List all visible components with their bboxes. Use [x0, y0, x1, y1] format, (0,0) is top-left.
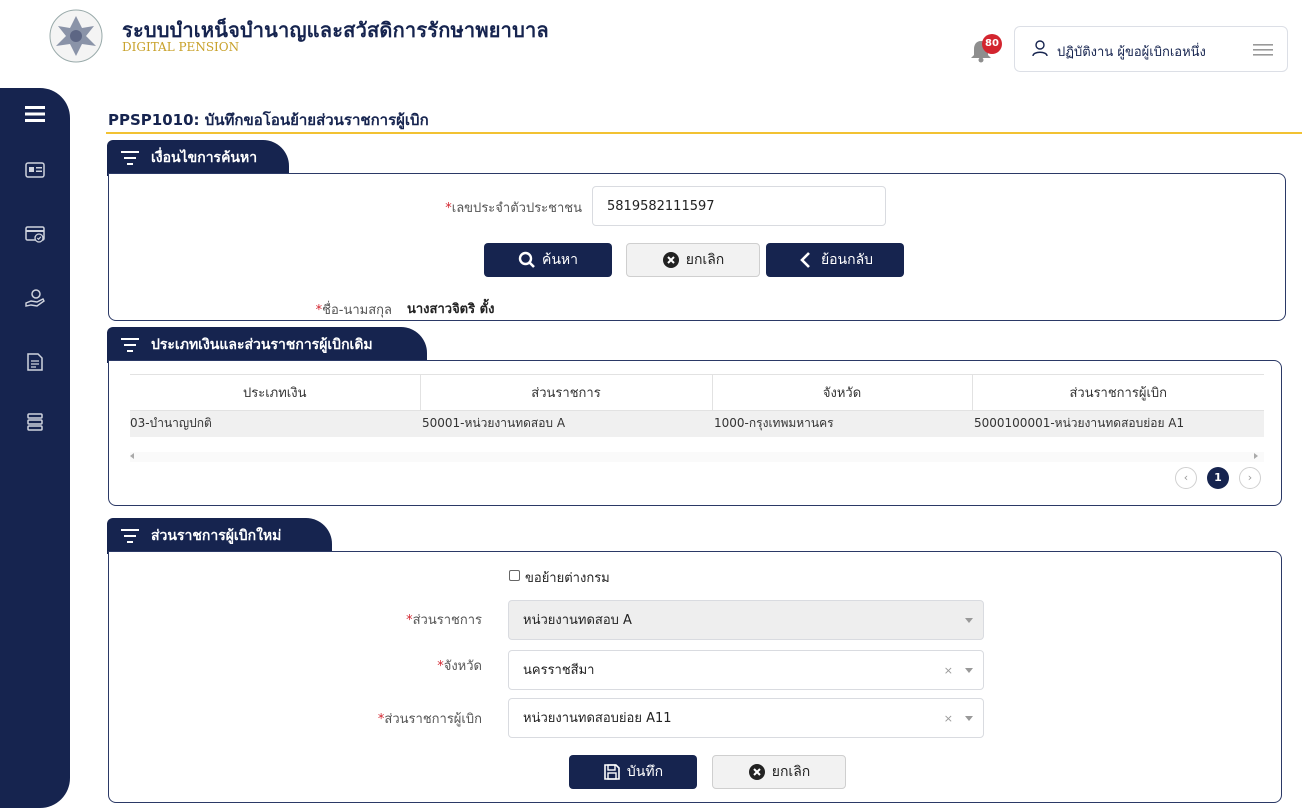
pension-doc-icon[interactable]	[23, 350, 47, 374]
disbursing-agency-select[interactable]: หน่วยงานทดสอบย่อย A11 ×	[508, 698, 984, 738]
menu-toggle-icon[interactable]	[23, 102, 47, 126]
column-header[interactable]: ส่วนราชการ	[420, 374, 713, 411]
payment-check-icon[interactable]	[23, 222, 47, 246]
table-cell: 03-บำนาญปกติ	[130, 410, 420, 437]
transfer-department-checkbox[interactable]	[509, 570, 520, 581]
tab-search-criteria-label: เงื่อนไขการค้นหา	[151, 150, 258, 166]
fullname-value: นางสาวจิตริ ตั้ง	[407, 302, 495, 317]
province-select[interactable]: นครราชสีมา ×	[508, 650, 984, 690]
agency-select[interactable]: หน่วยงานทดสอบ A	[508, 600, 984, 640]
chevron-down-icon	[965, 618, 973, 623]
cancel-search-button[interactable]: ยกเลิก	[626, 243, 760, 277]
transfer-department-label: ขอย้ายต่างกรม	[525, 571, 610, 586]
tab-new-agency-label: ส่วนราชการผู้เบิกใหม่	[151, 528, 282, 544]
province-select-value: นครราชสีมา	[523, 663, 595, 678]
top-header: ระบบบำเหน็จบำนาญและสวัสดิการรักษาพยาบาล …	[0, 0, 1302, 84]
scroll-left-icon[interactable]	[130, 453, 134, 459]
province-label: *จังหวัด	[437, 659, 482, 674]
filter-icon	[121, 338, 139, 352]
tab-old-agency: ประเภทเงินและส่วนราชการผู้เบิกเดิม	[107, 327, 427, 363]
search-icon	[518, 251, 535, 268]
tab-old-agency-label: ประเภทเงินและส่วนราชการผู้เบิกเดิม	[151, 337, 373, 353]
close-circle-icon	[662, 252, 679, 268]
table-cell: 1000-กรุงเทพมหานคร	[712, 410, 972, 437]
garuda-logo-icon	[49, 9, 103, 63]
cancel-button[interactable]: ยกเลิก	[712, 755, 846, 789]
back-button[interactable]: ย้อนกลับ	[766, 243, 904, 277]
chevron-down-icon	[965, 716, 973, 721]
save-icon	[604, 764, 620, 780]
pager-next-button[interactable]: ›	[1239, 467, 1261, 489]
save-button[interactable]: บันทึก	[569, 755, 697, 789]
clear-icon[interactable]: ×	[944, 651, 953, 691]
pager-current-page[interactable]: 1	[1207, 467, 1229, 489]
table-row[interactable]: 03-บำนาญปกติ 50001-หน่วยงานทดสอบ A 1000-…	[130, 410, 1264, 437]
column-header[interactable]: ประเภทเงิน	[130, 374, 421, 411]
database-icon[interactable]	[23, 410, 47, 434]
agency-select-value: หน่วยงานทดสอบ A	[523, 613, 632, 628]
column-header[interactable]: จังหวัด	[712, 374, 973, 411]
page-title: PPSP1010: บันทึกขอโอนย้ายส่วนราชการผู้เบ…	[108, 111, 429, 129]
fullname-label: *ชื่อ-นามสกุล	[315, 303, 392, 318]
app-subtitle: DIGITAL PENSION	[122, 40, 240, 54]
sidebar	[0, 88, 70, 808]
title-divider	[106, 132, 1302, 134]
old-agency-table: ประเภทเงิน ส่วนราชการ จังหวัด ส่วนราชการ…	[130, 374, 1264, 437]
clear-icon[interactable]: ×	[944, 699, 953, 739]
id-card-icon[interactable]	[23, 158, 47, 182]
agency-label: *ส่วนราชการ	[406, 613, 482, 628]
user-name: ปฏิบัติงาน ผู้ขอผู้เบิกเอหนึ่ง	[1057, 45, 1206, 60]
hand-coin-icon[interactable]	[23, 286, 47, 310]
disbursing-agency-select-value: หน่วยงานทดสอบย่อย A11	[523, 711, 672, 726]
citizen-id-label: *เลขประจำตัวประชาชน	[445, 201, 582, 216]
table-cell: 50001-หน่วยงานทดสอบ A	[420, 410, 712, 437]
filter-icon	[121, 151, 139, 165]
tab-search-criteria: เงื่อนไขการค้นหา	[107, 140, 289, 176]
citizen-id-input[interactable]: 5819582111597	[592, 186, 886, 226]
scroll-right-icon[interactable]	[1254, 453, 1258, 459]
close-circle-icon	[748, 764, 765, 780]
user-menu[interactable]: ปฏิบัติงาน ผู้ขอผู้เบิกเอหนึ่ง	[1014, 26, 1288, 72]
table-scrollbar[interactable]	[130, 452, 1264, 462]
table-cell: 5000100001-หน่วยงานทดสอบย่อย A1	[972, 410, 1264, 437]
hamburger-icon[interactable]	[1253, 43, 1273, 57]
notification-badge: 80	[982, 34, 1002, 54]
tab-new-agency: ส่วนราชการผู้เบิกใหม่	[107, 518, 332, 554]
chevron-left-icon	[800, 252, 810, 268]
column-header[interactable]: ส่วนราชการผู้เบิก	[972, 374, 1264, 411]
user-icon	[1032, 40, 1048, 57]
filter-icon	[121, 529, 139, 543]
pager-prev-button[interactable]: ‹	[1175, 467, 1197, 489]
search-button[interactable]: ค้นหา	[484, 243, 612, 277]
disbursing-agency-label: *ส่วนราชการผู้เบิก	[377, 712, 482, 727]
chevron-down-icon	[965, 668, 973, 673]
